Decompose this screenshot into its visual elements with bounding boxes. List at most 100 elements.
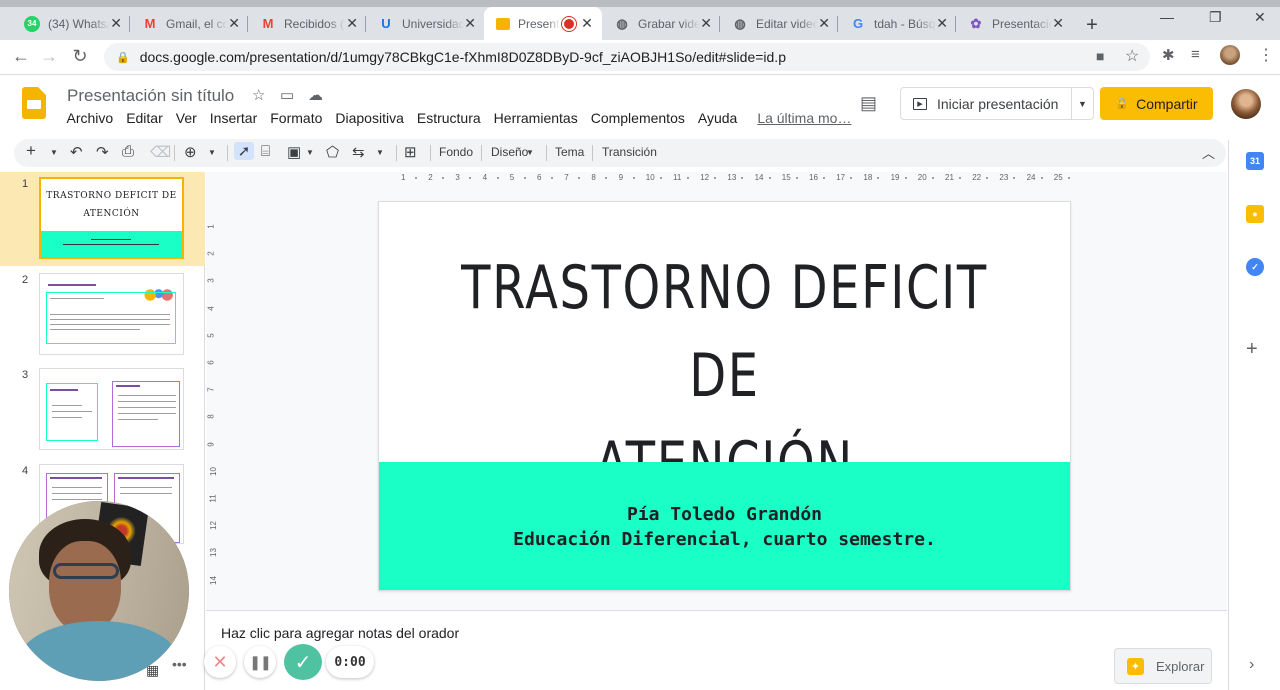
menu-herramientas[interactable]: Herramientas bbox=[487, 110, 584, 126]
profile-avatar[interactable] bbox=[1220, 45, 1240, 65]
ruler-tick: 3 bbox=[206, 278, 216, 284]
paint-format-icon[interactable]: ⌫ bbox=[150, 143, 171, 161]
current-slide[interactable]: TRASTORNO DEFICIT DE ATENCIÓN Pía Toledo… bbox=[378, 201, 1071, 591]
comments-icon[interactable]: ▤ bbox=[860, 93, 877, 114]
slide-thumbnail-1[interactable]: TRASTORNO DEFICIT DE ATENCIÓN bbox=[39, 177, 184, 259]
forward-icon[interactable]: → bbox=[38, 46, 60, 67]
reload-icon[interactable]: ↻ bbox=[69, 46, 91, 67]
close-tab-icon[interactable]: ✕ bbox=[936, 15, 948, 32]
menu-ayuda[interactable]: Ayuda bbox=[691, 110, 743, 126]
menu-diapositiva[interactable]: Diapositiva bbox=[329, 110, 410, 126]
close-tab-icon[interactable]: ✕ bbox=[228, 15, 240, 32]
select-tool-icon[interactable]: ➚ bbox=[234, 142, 254, 160]
tab-label: Editar video bbox=[756, 16, 819, 31]
tasks-icon[interactable]: ✓ bbox=[1246, 258, 1264, 276]
close-tab-icon[interactable]: ✕ bbox=[818, 15, 830, 32]
add-comment-icon[interactable]: ⊞ bbox=[404, 143, 417, 161]
close-tab-icon[interactable]: ✕ bbox=[110, 15, 122, 32]
new-slide-icon[interactable]: + bbox=[26, 141, 36, 161]
ruler-tick: 22 bbox=[972, 173, 982, 182]
layout-button[interactable]: Diseño bbox=[491, 145, 528, 159]
line-dropdown-icon[interactable]: ▼ bbox=[376, 148, 384, 157]
close-tab-icon[interactable]: ✕ bbox=[700, 15, 712, 32]
add-ons-plus-icon[interactable]: + bbox=[1246, 338, 1258, 361]
calendar-icon[interactable]: 31 bbox=[1246, 152, 1264, 170]
image-dropdown-icon[interactable]: ▼ bbox=[306, 148, 314, 157]
minimize-icon[interactable]: — bbox=[1160, 9, 1174, 25]
zoom-icon[interactable]: ⊕ bbox=[184, 143, 197, 161]
recording-icon bbox=[564, 18, 574, 29]
explore-button[interactable]: ✦ Explorar bbox=[1114, 648, 1212, 684]
menu-ver[interactable]: Ver bbox=[169, 110, 203, 126]
browser-tab[interactable]: Present ✕ bbox=[484, 7, 602, 40]
collapse-toolbar-icon[interactable]: ︿ bbox=[1202, 143, 1215, 162]
close-window-icon[interactable]: ✕ bbox=[1254, 9, 1266, 26]
thumbnail-band bbox=[41, 231, 182, 257]
slide-thumbnail-3[interactable] bbox=[39, 368, 184, 450]
keep-icon[interactable]: ● bbox=[1246, 205, 1264, 223]
browser-tab[interactable]: M Gmail, el correo✕ bbox=[130, 7, 248, 40]
account-avatar[interactable] bbox=[1231, 89, 1261, 119]
line-icon[interactable]: ⇆ bbox=[352, 143, 365, 161]
present-dropdown-icon[interactable]: ▼ bbox=[1071, 88, 1093, 119]
share-button[interactable]: 🔒 Compartir bbox=[1100, 87, 1213, 120]
close-tab-icon[interactable]: ✕ bbox=[580, 15, 594, 32]
menu-dots-icon[interactable]: ⋮ bbox=[1258, 45, 1274, 65]
image-icon[interactable]: ▣ bbox=[287, 143, 301, 161]
shape-icon[interactable]: ⬠ bbox=[326, 143, 339, 161]
undo-icon[interactable]: ↶ bbox=[70, 143, 83, 161]
notes-resize-handle[interactable] bbox=[206, 610, 1227, 616]
theme-button[interactable]: Tema bbox=[555, 145, 584, 159]
background-button[interactable]: Fondo bbox=[439, 145, 473, 159]
slide-subtitle[interactable]: Pía Toledo Grandón Educación Diferencial… bbox=[379, 502, 1070, 552]
last-edit-link[interactable]: La última mo… bbox=[751, 110, 858, 126]
slides-icon bbox=[496, 17, 510, 30]
browser-tab[interactable]: U Universidad ✕ bbox=[366, 7, 484, 40]
new-tab-button[interactable]: + bbox=[1082, 14, 1102, 37]
close-tab-icon[interactable]: ✕ bbox=[464, 15, 476, 32]
extensions-icon[interactable]: ✱ bbox=[1162, 46, 1175, 64]
menu-complementos[interactable]: Complementos bbox=[584, 110, 691, 126]
new-slide-dropdown-icon[interactable]: ▼ bbox=[50, 148, 58, 157]
browser-tab[interactable]: 34 (34) WhatsApp✕ bbox=[12, 7, 130, 40]
recorder-cancel-button[interactable]: ✕ bbox=[204, 646, 236, 678]
webcam-bubble[interactable] bbox=[9, 501, 189, 681]
star-icon[interactable]: ☆ bbox=[252, 86, 265, 104]
zoom-dropdown-icon[interactable]: ▼ bbox=[208, 148, 216, 157]
expand-panel-icon[interactable]: › bbox=[1249, 656, 1254, 674]
ruler-tick: 13 bbox=[727, 173, 737, 182]
slides-logo-icon[interactable] bbox=[22, 87, 46, 119]
browser-tab[interactable]: ✿ Presentació ✕ bbox=[956, 7, 1072, 40]
recorder-more-icon[interactable]: ••• bbox=[172, 656, 187, 672]
document-title[interactable]: Presentación sin título bbox=[67, 86, 234, 106]
menu-archivo[interactable]: Archivo bbox=[60, 110, 120, 126]
browser-tab[interactable]: M Recibidos (✕ bbox=[248, 7, 366, 40]
back-icon[interactable]: ← bbox=[10, 46, 32, 67]
menu-formato[interactable]: Formato bbox=[264, 110, 329, 126]
ruler-tick: 24 bbox=[1026, 173, 1036, 182]
present-button[interactable]: ▸ Iniciar presentación ▼ bbox=[900, 87, 1094, 120]
text-box-icon[interactable]: ⌸ bbox=[261, 143, 270, 160]
print-icon[interactable]: ⎙ bbox=[122, 143, 134, 160]
layout-dropdown-icon[interactable]: ▼ bbox=[526, 148, 534, 157]
browser-tab[interactable]: Gtdah - Búsq ✕ bbox=[838, 7, 956, 40]
redo-icon[interactable]: ↷ bbox=[96, 143, 109, 161]
speaker-notes-field[interactable]: Haz clic para agregar notas del orador bbox=[221, 625, 459, 641]
transition-button[interactable]: Transición bbox=[602, 145, 657, 159]
recorder-pause-button[interactable]: ❚❚ bbox=[244, 646, 276, 678]
menu-estructura[interactable]: Estructura bbox=[410, 110, 487, 126]
url-input[interactable]: 🔒 docs.google.com/presentation/d/1umgy78… bbox=[104, 43, 1150, 71]
bookmark-star-icon[interactable]: ☆ bbox=[1125, 46, 1139, 66]
move-folder-icon[interactable]: ▭ bbox=[280, 86, 294, 104]
recorder-finish-button[interactable]: ✓ bbox=[284, 644, 322, 680]
close-tab-icon[interactable]: ✕ bbox=[1052, 15, 1064, 32]
slide-thumbnail-2[interactable] bbox=[39, 273, 184, 355]
browser-tab[interactable]: ◍ Grabar vide ✕ bbox=[602, 7, 720, 40]
camera-icon[interactable]: ■ bbox=[1096, 48, 1104, 64]
restore-icon[interactable]: ❐ bbox=[1209, 9, 1222, 26]
browser-tab[interactable]: ◍ Editar video ✕ bbox=[720, 7, 838, 40]
close-tab-icon[interactable]: ✕ bbox=[346, 15, 358, 32]
menu-editar[interactable]: Editar bbox=[120, 110, 170, 126]
menu-insertar[interactable]: Insertar bbox=[203, 110, 263, 126]
reading-list-icon[interactable]: ≡ bbox=[1191, 46, 1200, 63]
